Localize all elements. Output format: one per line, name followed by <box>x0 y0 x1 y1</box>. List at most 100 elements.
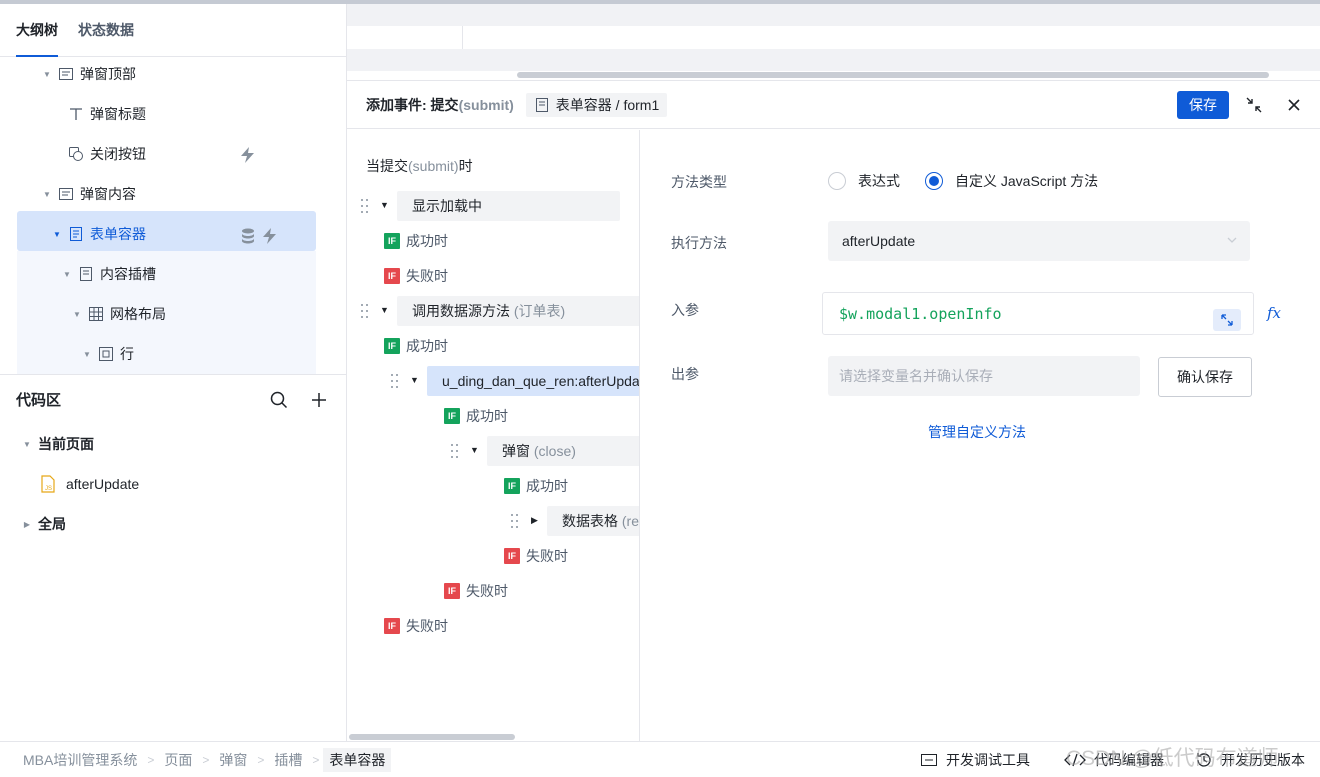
input-param-label: 入参 <box>671 302 699 318</box>
caret-down-icon[interactable]: ▼ <box>380 200 389 210</box>
branch-success[interactable]: IF 成功时 <box>384 336 448 356</box>
caret-down-icon[interactable]: ▼ <box>62 270 72 279</box>
caret-down-icon[interactable]: ▼ <box>72 310 82 319</box>
drag-handle-icon[interactable] <box>361 199 369 213</box>
branch-label: 成功时 <box>406 338 448 354</box>
outline-item-content-slot[interactable]: ▼ 内容插槽 <box>62 254 156 294</box>
branch-fail[interactable]: IF 失败时 <box>504 546 568 566</box>
event-panel: 添加事件: 提交 (submit) 表单容器 / form1 保存 当提交(su… <box>347 80 1320 742</box>
code-area-title: 代码区 <box>16 392 62 409</box>
breadcrumb-page[interactable]: 页面 <box>164 750 192 770</box>
horizontal-scrollbar[interactable] <box>517 72 1269 78</box>
flow-scrollbar[interactable] <box>349 734 515 740</box>
save-button[interactable]: 保存 <box>1177 91 1229 119</box>
canvas-strip <box>347 4 1320 80</box>
output-param-input[interactable] <box>828 356 1140 396</box>
action-show-loading[interactable]: 显示加载中 <box>397 191 620 221</box>
outline-item-row[interactable]: ▼ 行 <box>82 334 134 374</box>
input-param-editor[interactable]: $w.modal1.openInfo <box>822 292 1254 335</box>
database-icon[interactable] <box>241 228 255 247</box>
breadcrumb-current[interactable]: 表单容器 <box>323 747 392 772</box>
canvas-row <box>347 4 1320 26</box>
action-label: 调用数据源方法 <box>412 303 510 319</box>
caret-down-icon[interactable]: ▼ <box>380 305 389 315</box>
event-panel-header: 添加事件: 提交 (submit) 表单容器 / form1 保存 <box>347 81 1320 129</box>
outline-item-modal-content[interactable]: ▼ 弹窗内容 <box>42 174 136 214</box>
caret-down-icon[interactable]: ▼ <box>42 190 52 199</box>
plus-icon[interactable] <box>308 389 330 411</box>
action-table-refresh[interactable]: 数据表格 (refresh) <box>547 506 640 536</box>
branch-success[interactable]: IF 成功时 <box>504 476 568 496</box>
devtools-button[interactable]: 开发调试工具 <box>920 750 1030 770</box>
outline-item-label: 弹窗内容 <box>80 186 136 202</box>
branch-fail[interactable]: IF 失败时 <box>384 266 448 286</box>
branch-label: 失败时 <box>526 548 568 564</box>
fx-icon[interactable]: fx <box>1267 304 1281 322</box>
action-custom-method[interactable]: u_ding_dan_que_ren:afterUpdate <box>427 366 640 396</box>
code-tree-current-page[interactable]: ▼ 当前页面 <box>22 424 94 464</box>
radio-expression[interactable]: 表达式 <box>828 171 900 191</box>
collapse-icon[interactable] <box>1244 95 1264 115</box>
outline-item-modal-title[interactable]: 弹窗标题 <box>68 94 146 134</box>
breadcrumb-slot[interactable]: 插槽 <box>274 750 302 770</box>
manage-custom-methods-link[interactable]: 管理自定义方法 <box>928 422 1026 442</box>
breadcrumb-modal[interactable]: 弹窗 <box>219 750 247 770</box>
branch-fail[interactable]: IF 失败时 <box>384 616 448 636</box>
radio-custom-js[interactable]: 自定义 JavaScript 方法 <box>925 171 1098 191</box>
outline-item-grid-layout[interactable]: ▼ 网格布局 <box>72 294 166 334</box>
caret-down-icon[interactable]: ▼ <box>410 375 419 385</box>
action-sub: (close) <box>533 443 576 459</box>
outline-tree: ▼ 弹窗顶部 弹窗标题 关闭按钮 ▼ 弹窗内容 ▼ 表单容器 ▼ 内容插槽 ▼ … <box>0 58 346 374</box>
lightning-icon[interactable] <box>239 147 257 166</box>
expand-icon[interactable] <box>1213 309 1241 331</box>
code-file-afterupdate[interactable]: JS afterUpdate <box>40 464 139 504</box>
if-success-icon: IF <box>384 233 400 249</box>
caret-down-icon[interactable]: ▼ <box>82 350 92 359</box>
action-sub: (refresh) <box>621 513 640 529</box>
code-tree-global[interactable]: ▶ 全局 <box>22 504 66 544</box>
outline-item-label: 关闭按钮 <box>90 146 146 162</box>
event-title: 添加事件: 提交 <box>366 96 459 113</box>
method-config-form: 方法类型 表达式 自定义 JavaScript 方法 执行方法 afterUpd… <box>641 130 1320 742</box>
outline-item-modal-header[interactable]: ▼ 弹窗顶部 <box>42 58 136 94</box>
caret-down-icon[interactable]: ▼ <box>52 230 62 239</box>
caret-down-icon[interactable]: ▼ <box>22 440 32 449</box>
search-icon[interactable] <box>268 389 290 411</box>
drag-handle-icon[interactable] <box>511 514 519 528</box>
confirm-save-button[interactable]: 确认保存 <box>1158 357 1252 397</box>
action-call-datasource[interactable]: 调用数据源方法 (订单表) <box>397 296 639 326</box>
chevron-down-icon <box>1226 233 1238 249</box>
tool-label: 代码编辑器 <box>1094 752 1164 768</box>
drag-handle-icon[interactable] <box>361 304 369 318</box>
caret-right-icon[interactable]: ▶ <box>531 515 538 526</box>
lightning-icon[interactable] <box>261 228 279 247</box>
caret-right-icon[interactable]: ▶ <box>22 520 32 529</box>
tool-label: 开发调试工具 <box>946 752 1030 768</box>
exec-method-select[interactable]: afterUpdate <box>828 221 1250 261</box>
branch-fail[interactable]: IF 失败时 <box>444 581 508 601</box>
code-editor-button[interactable]: 代码编辑器 <box>1064 750 1164 770</box>
outline-item-label: 弹窗标题 <box>90 106 146 122</box>
breadcrumb-app[interactable]: MBA培训管理系统 <box>23 750 137 770</box>
event-target-label: 表单容器 / form1 <box>555 96 660 113</box>
caret-down-icon[interactable]: ▼ <box>470 445 479 455</box>
branch-success[interactable]: IF 成功时 <box>444 406 508 426</box>
button-component-icon <box>68 146 84 162</box>
if-success-icon: IF <box>504 478 520 494</box>
action-label: 数据表格 <box>562 513 618 529</box>
outline-item-close-button[interactable]: 关闭按钮 <box>68 134 146 174</box>
drag-handle-icon[interactable] <box>451 444 459 458</box>
branch-success[interactable]: IF 成功时 <box>384 231 448 251</box>
drag-handle-icon[interactable] <box>391 374 399 388</box>
caret-down-icon[interactable]: ▼ <box>42 70 52 79</box>
close-icon[interactable] <box>1284 95 1304 115</box>
canvas-row <box>347 49 1320 71</box>
action-modal-close[interactable]: 弹窗 (close) <box>487 436 639 466</box>
action-label: u_ding_dan_que_ren:afterUpdate <box>442 373 640 389</box>
tab-outline-tree[interactable]: 大纲树 <box>16 4 58 57</box>
radio-unchecked-icon <box>828 172 846 190</box>
row-icon <box>98 346 114 362</box>
tab-state-data[interactable]: 状态数据 <box>78 4 134 57</box>
outline-item-form-container[interactable]: ▼ 表单容器 <box>52 214 146 254</box>
history-button[interactable]: 开发历史版本 <box>1195 750 1305 770</box>
